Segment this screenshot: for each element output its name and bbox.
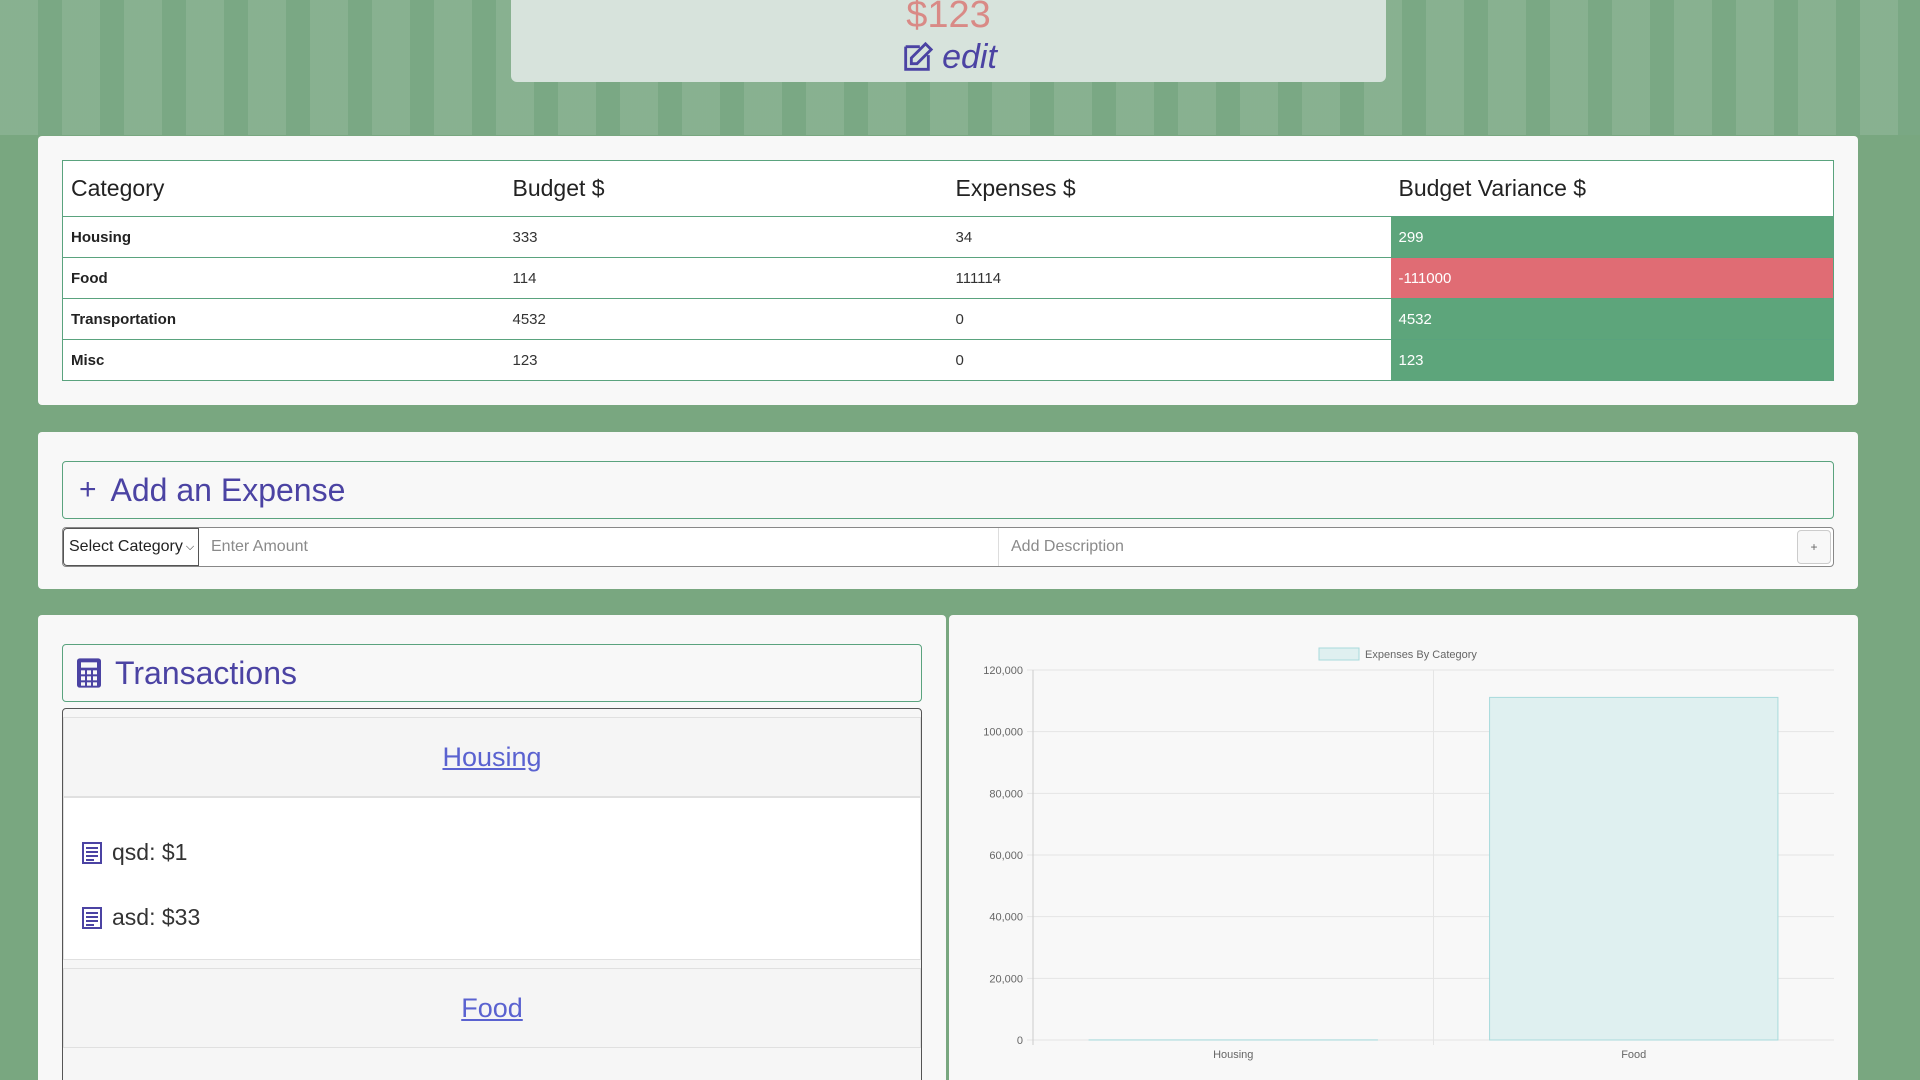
transactions-list[interactable]: Housing qsd: $1 asd: $33 Food: [62, 708, 922, 1080]
expense-input-group: Select Category ⌵ Enter Amount Add Descr…: [62, 527, 1834, 567]
group-link-food[interactable]: Food: [461, 993, 523, 1024]
budget-amount: $123: [906, 0, 991, 36]
row-expenses: 0: [947, 298, 1391, 340]
row-budget: 114: [504, 257, 948, 299]
header-expenses: Expenses $: [947, 160, 1391, 217]
row-budget: 4532: [504, 298, 948, 340]
x-tick-label: Food: [1621, 1049, 1646, 1061]
budget-table: Category Budget $ Expenses $ Budget Vari…: [62, 160, 1834, 381]
category-select[interactable]: Select Category ⌵: [63, 528, 199, 566]
table-row: Food 114 111114 -111000: [62, 257, 1834, 299]
expenses-chart-card: Expenses By Category 0 20,000 40,000 60,000 8…: [949, 615, 1858, 1080]
row-category: Food: [62, 257, 505, 299]
transactions-card: Transactions Housing qsd: $1 asd: $33 Fo…: [38, 615, 946, 1080]
calculator-icon: [77, 658, 101, 688]
edit-icon: [904, 41, 934, 71]
y-tick-label: 100,000: [983, 727, 1023, 739]
transactions-title: Transactions: [115, 654, 297, 691]
row-variance: 123: [1390, 339, 1834, 381]
transaction-group-header: Housing: [63, 717, 921, 797]
header-budget: Budget $: [504, 160, 948, 217]
plus-icon: +: [79, 473, 97, 506]
chevron-down-icon: ⌵: [185, 540, 195, 553]
budget-summary-card: $123 edit: [511, 0, 1386, 82]
y-tick-label: 120,000: [983, 665, 1023, 677]
x-tick-label: Housing: [1213, 1049, 1253, 1061]
bar-food: [1489, 696, 1779, 1041]
add-expense-header: + Add an Expense: [62, 461, 1834, 519]
edit-button[interactable]: edit: [511, 38, 1386, 77]
table-header-row: Category Budget $ Expenses $ Budget Vari…: [62, 160, 1834, 217]
receipt-icon: [82, 841, 102, 864]
table-row: Housing 333 34 299: [62, 216, 1834, 258]
description-input[interactable]: Add Description: [999, 528, 1795, 566]
row-category: Misc: [62, 339, 505, 381]
header-variance: Budget Variance $: [1390, 160, 1834, 217]
y-tick-label: 20,000: [989, 973, 1023, 985]
transaction-group-body: qsd: $1 asd: $33: [63, 797, 921, 960]
table-row: Misc 123 0 123: [62, 339, 1834, 381]
row-budget: 333: [504, 216, 948, 258]
y-tick-label: 60,000: [989, 850, 1023, 862]
y-tick-label: 80,000: [989, 788, 1023, 800]
description-placeholder: Add Description: [1011, 538, 1124, 555]
y-tick-label: 0: [1017, 1035, 1023, 1047]
amount-input[interactable]: Enter Amount: [199, 528, 999, 566]
row-variance: 299: [1390, 216, 1834, 258]
transaction-text: qsd: $1: [112, 839, 188, 865]
category-select-label: Select Category: [69, 538, 183, 555]
legend-label: Expenses By Category: [1365, 649, 1477, 661]
row-budget: 123: [504, 339, 948, 381]
budget-table-card: Category Budget $ Expenses $ Budget Vari…: [38, 136, 1858, 405]
row-category: Transportation: [62, 298, 505, 340]
row-expenses: 0: [947, 339, 1391, 381]
receipt-icon: [82, 906, 102, 929]
add-expense-title: Add an Expense: [110, 471, 346, 508]
list-item: qsd: $1: [64, 820, 920, 885]
row-expenses: 34: [947, 216, 1391, 258]
list-item: asd: $33: [64, 885, 920, 950]
y-tick-label: 40,000: [989, 912, 1023, 924]
group-link-housing[interactable]: Housing: [442, 742, 541, 773]
row-variance: 4532: [1390, 298, 1834, 340]
expenses-bar-chart: Expenses By Category 0 20,000 40,000 60,000 8…: [983, 647, 1834, 1061]
row-category: Housing: [62, 216, 505, 258]
add-expense-button[interactable]: +: [1797, 530, 1831, 564]
add-expense-card: + Add an Expense Select Category ⌵ Enter…: [38, 432, 1858, 589]
row-variance: -111000: [1390, 257, 1834, 299]
transaction-text: asd: $33: [112, 904, 201, 930]
transaction-group-header: Food: [63, 968, 921, 1048]
table-row: Transportation 4532 0 4532: [62, 298, 1834, 340]
edit-label: edit: [942, 38, 997, 76]
row-expenses: 111114: [947, 257, 1391, 299]
header-category: Category: [62, 160, 505, 217]
transactions-header: Transactions: [62, 644, 922, 702]
amount-placeholder: Enter Amount: [211, 538, 308, 555]
legend-swatch: [1318, 647, 1360, 661]
